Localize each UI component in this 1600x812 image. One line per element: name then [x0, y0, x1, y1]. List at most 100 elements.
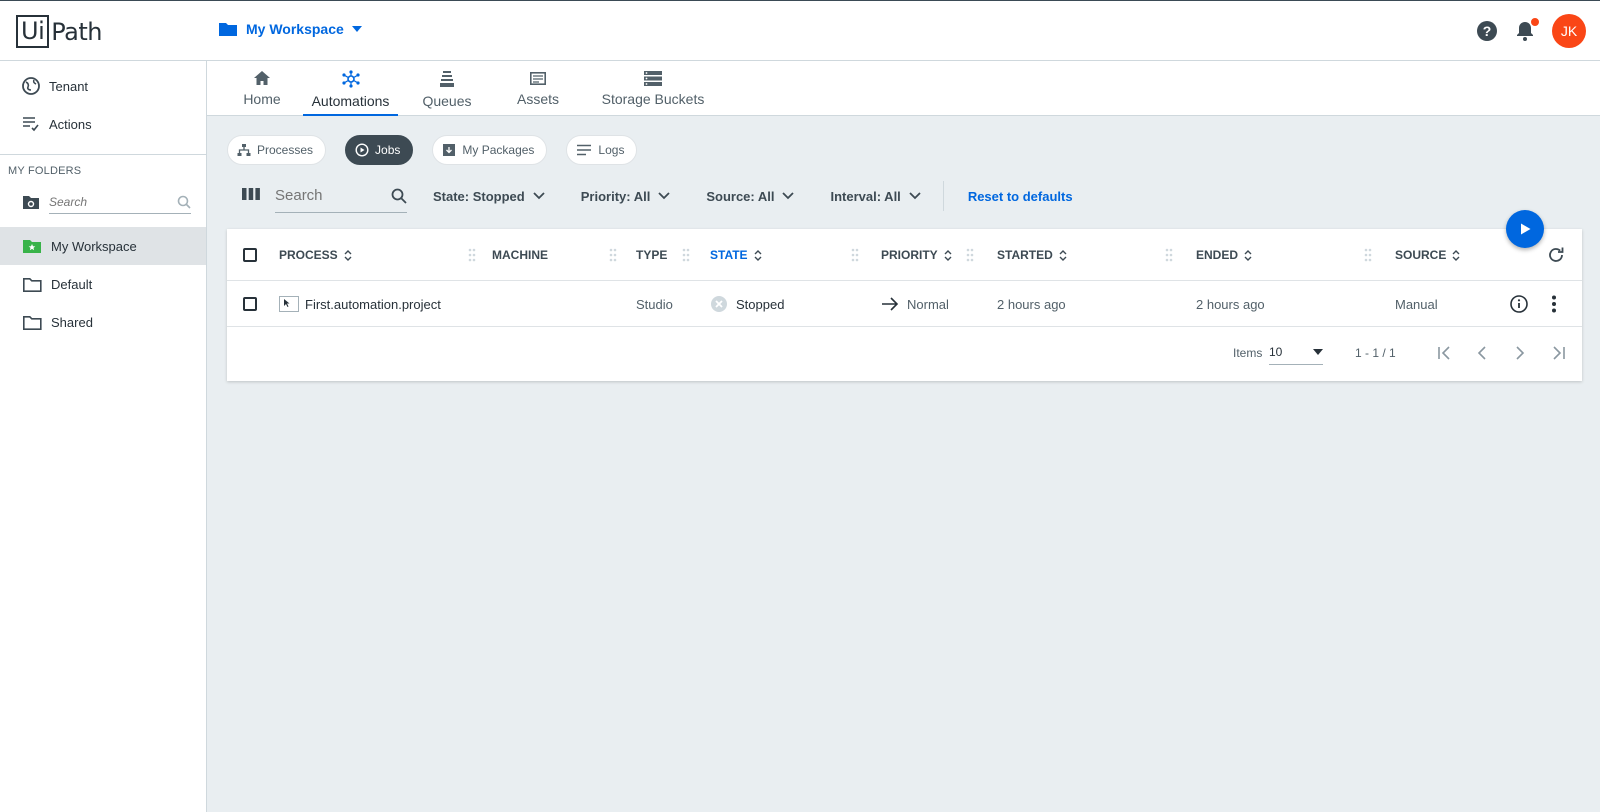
jobs-search-input[interactable]: [275, 187, 375, 204]
arrow-right-icon: [882, 297, 899, 311]
column-header-state[interactable]: STATE: [710, 229, 762, 281]
reset-to-defaults-link[interactable]: Reset to defaults: [968, 189, 1073, 204]
column-header-started[interactable]: STARTED: [997, 229, 1067, 281]
column-header-process[interactable]: PROCESS: [279, 229, 352, 281]
notifications-bell-icon[interactable]: [1514, 17, 1540, 42]
column-header-type[interactable]: TYPE: [636, 229, 667, 281]
page-size-select[interactable]: 10: [1269, 339, 1323, 365]
user-avatar[interactable]: JK: [1552, 14, 1586, 48]
previous-page-icon[interactable]: [1471, 342, 1493, 364]
interval-filter[interactable]: Interval: All: [830, 189, 921, 204]
sidebar-item-my-workspace[interactable]: My Workspace: [0, 227, 206, 265]
last-page-icon[interactable]: [1547, 342, 1569, 364]
sidebar-item-label: My Workspace: [51, 238, 137, 254]
chevron-down-icon: [533, 192, 545, 200]
column-header-source[interactable]: SOURCE: [1395, 229, 1460, 281]
jobs-search: [275, 180, 407, 213]
home-icon: [254, 71, 270, 85]
folder-search-input[interactable]: [49, 194, 164, 209]
state-filter[interactable]: State: Stopped: [433, 189, 545, 204]
search-icon: [177, 195, 191, 209]
table-pagination: Items 10 1 - 1 / 1: [227, 327, 1582, 379]
packages-icon: [443, 144, 456, 156]
chevron-down-icon: [909, 192, 921, 200]
drag-handle-icon[interactable]: [681, 247, 691, 263]
page-range: 1 - 1 / 1: [1355, 346, 1396, 360]
chip-jobs[interactable]: Jobs: [345, 135, 414, 165]
folder-icon: [23, 316, 42, 330]
select-all-checkbox[interactable]: [243, 248, 257, 262]
caret-down-icon: [351, 26, 362, 32]
sidebar-item-default[interactable]: Default: [0, 265, 206, 303]
folder-search: [0, 183, 206, 221]
column-picker-icon[interactable]: [241, 187, 261, 206]
tab-assets[interactable]: Assets: [513, 61, 563, 116]
jobs-icon: [355, 143, 369, 157]
folder-search-icon: [23, 196, 39, 209]
source-filter[interactable]: Source: All: [706, 189, 795, 204]
svg-text:?: ?: [1483, 23, 1492, 39]
stopped-status-icon: [711, 296, 727, 312]
filter-divider: [942, 181, 944, 211]
drag-handle-icon[interactable]: [965, 247, 975, 263]
source-cell: Manual: [1395, 296, 1438, 312]
row-checkbox[interactable]: [243, 297, 257, 311]
priority-cell: Normal: [881, 281, 949, 327]
drag-handle-icon[interactable]: [608, 247, 618, 263]
main-tabs: Home Automations Queues Assets Storage B…: [207, 61, 1600, 116]
sort-icon: [1244, 249, 1252, 261]
studio-process-icon: [279, 296, 299, 312]
chip-logs[interactable]: Logs: [566, 135, 638, 165]
folders-heading: MY FOLDERS: [8, 165, 82, 177]
tab-automations[interactable]: Automations: [303, 61, 398, 116]
column-header-machine[interactable]: MACHINE: [492, 229, 548, 281]
caret-down-icon: [1313, 348, 1323, 355]
chip-processes[interactable]: Processes: [227, 135, 327, 165]
more-actions-icon[interactable]: [1551, 281, 1557, 327]
first-page-icon[interactable]: [1434, 342, 1456, 364]
drag-handle-icon[interactable]: [1164, 247, 1174, 263]
sort-icon: [754, 249, 762, 261]
state-cell: Stopped: [710, 281, 784, 327]
ended-cell: 2 hours ago: [1196, 296, 1265, 312]
chip-my-packages[interactable]: My Packages: [432, 135, 548, 165]
column-header-ended[interactable]: ENDED: [1196, 229, 1252, 281]
started-cell: 2 hours ago: [997, 296, 1066, 312]
sidebar-item-label: Default: [51, 276, 93, 292]
table-header: PROCESS MACHINE TYPE STATE PRIORITY STAR…: [227, 229, 1582, 281]
notification-badge: [1530, 17, 1540, 27]
workspace-switcher[interactable]: My Workspace: [218, 21, 362, 37]
table-row[interactable]: First.automation.project Studio Stopped …: [227, 281, 1582, 327]
priority-filter[interactable]: Priority: All: [581, 189, 671, 204]
chevron-down-icon: [658, 192, 670, 200]
column-header-priority[interactable]: PRIORITY: [881, 229, 952, 281]
sidebar-item-label: Shared: [51, 314, 93, 330]
tab-queues[interactable]: Queues: [417, 61, 477, 116]
folder-icon: [23, 278, 42, 292]
start-job-button[interactable]: [1506, 210, 1544, 248]
tab-home[interactable]: Home: [237, 61, 287, 116]
chevron-down-icon: [782, 192, 795, 200]
refresh-icon[interactable]: [1547, 229, 1565, 281]
help-icon[interactable]: ?: [1476, 20, 1498, 42]
uipath-logo[interactable]: Ui Path: [16, 15, 102, 48]
drag-handle-icon[interactable]: [1363, 247, 1373, 263]
sidebar-item-shared[interactable]: Shared: [0, 303, 206, 341]
queues-icon: [440, 71, 454, 87]
sidebar-item-tenant[interactable]: Tenant: [0, 67, 206, 105]
items-per-page-label: Items: [1233, 346, 1263, 360]
tab-storage-buckets[interactable]: Storage Buckets: [598, 61, 708, 116]
sidebar-item-actions[interactable]: Actions: [0, 105, 206, 143]
personal-folder-icon: [23, 240, 41, 253]
info-icon[interactable]: [1510, 281, 1528, 327]
next-page-icon[interactable]: [1509, 342, 1531, 364]
jobs-table: PROCESS MACHINE TYPE STATE PRIORITY STAR…: [227, 229, 1582, 381]
sort-icon: [944, 249, 952, 261]
sidebar-item-label: Actions: [49, 116, 92, 132]
process-name[interactable]: First.automation.project: [305, 297, 441, 312]
processes-icon: [237, 144, 251, 156]
drag-handle-icon[interactable]: [467, 247, 477, 263]
search-icon[interactable]: [391, 188, 407, 204]
sort-icon: [344, 249, 352, 261]
drag-handle-icon[interactable]: [850, 247, 860, 263]
